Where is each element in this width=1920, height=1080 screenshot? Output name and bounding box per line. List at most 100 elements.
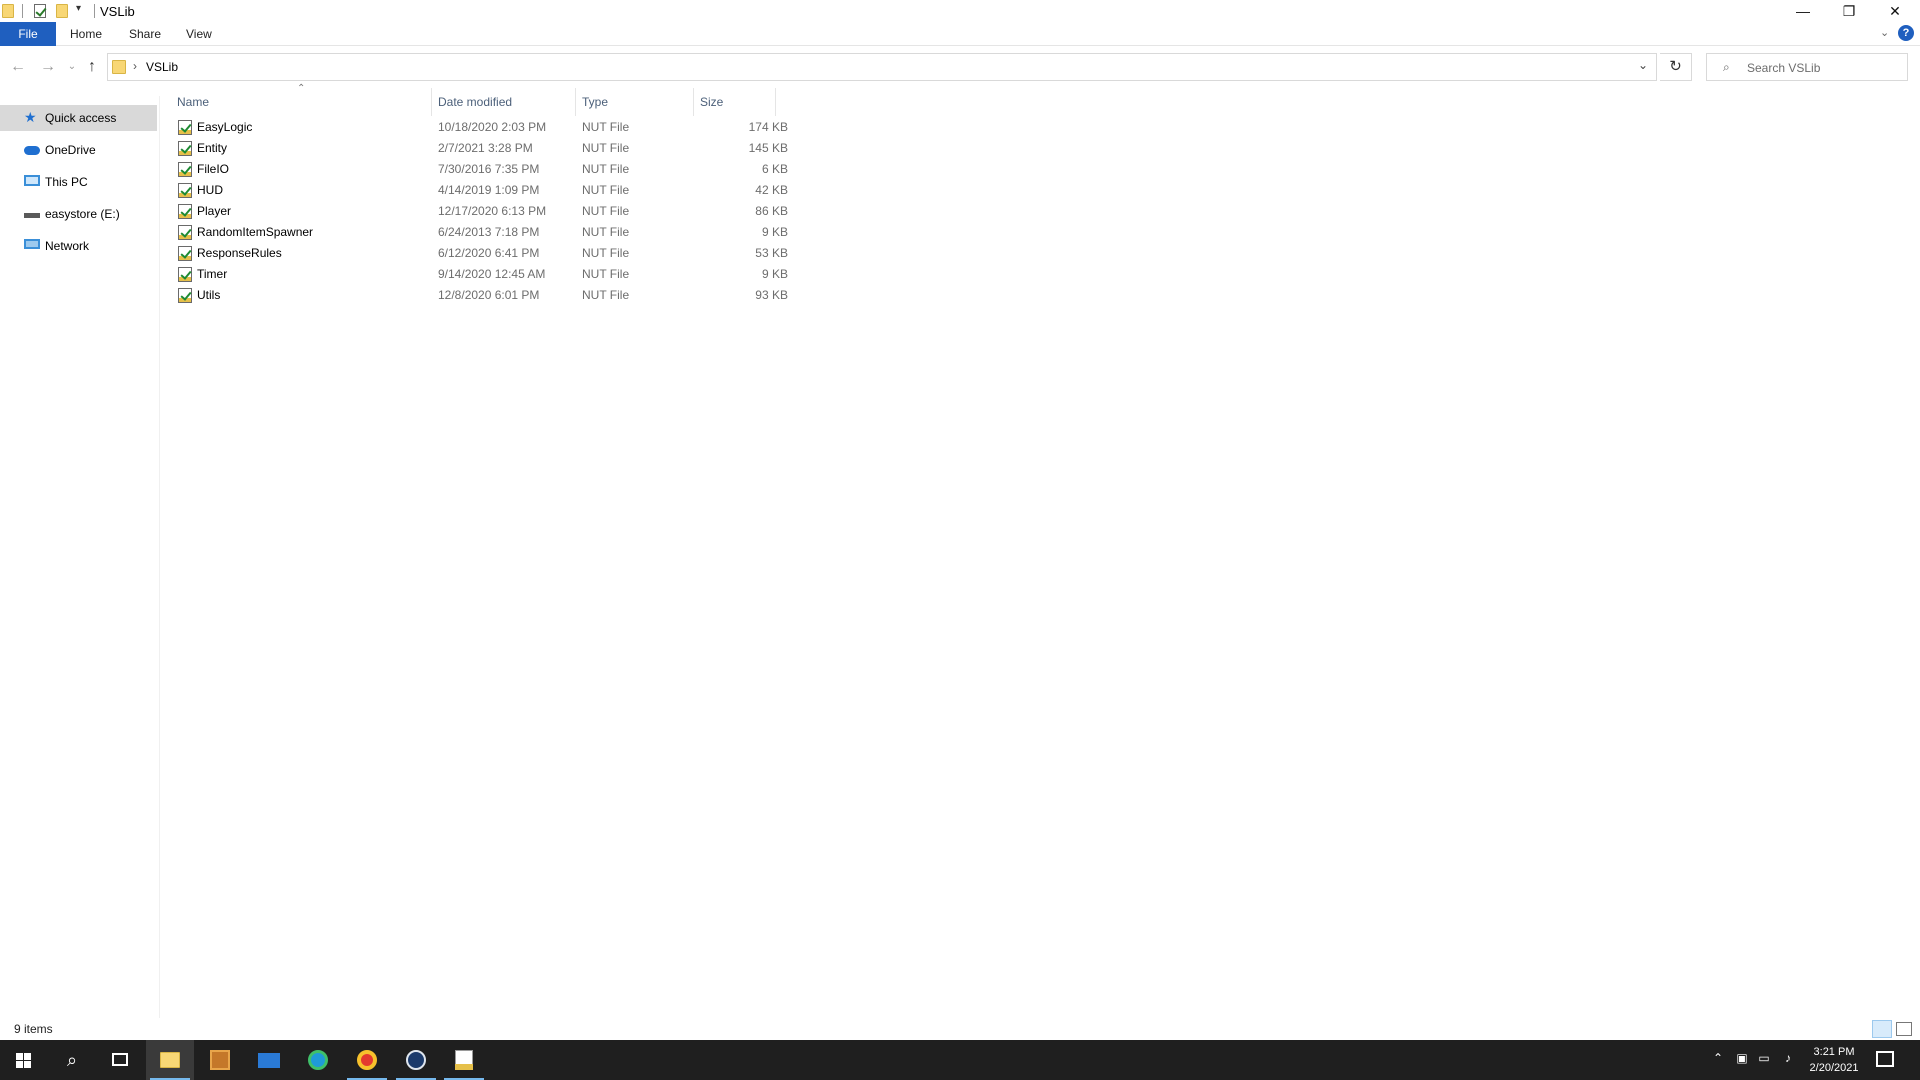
file-date: 4/14/2019 1:09 PM <box>438 183 540 197</box>
file-name: Entity <box>197 141 228 155</box>
close-button[interactable]: ✕ <box>1872 0 1918 22</box>
tab-share[interactable]: Share <box>115 22 175 46</box>
column-header-name[interactable]: Name <box>160 88 432 116</box>
file-row-player[interactable]: Player 12/17/2020 6:13 PM NUT File 86 KB <box>160 201 788 222</box>
large-icons-view-icon[interactable] <box>1896 1022 1912 1036</box>
app-icon[interactable] <box>196 1040 244 1080</box>
file-row-responserules[interactable]: ResponseRules 6/12/2020 6:41 PM NUT File… <box>160 243 788 264</box>
quick-access-dropdown-icon[interactable]: ▾ <box>76 3 81 14</box>
column-header-type[interactable]: Type <box>576 88 694 116</box>
taskbar: ⌕ ⌃ ▣ ▭ ♪ 3:21 PM 2/20/2021 <box>0 1040 1920 1080</box>
notifications-icon[interactable] <box>1876 1051 1894 1067</box>
mail-icon[interactable] <box>245 1040 293 1080</box>
network-tray-icon[interactable]: ▭ <box>1756 1051 1772 1069</box>
file-size: 145 KB <box>748 141 788 155</box>
properties-icon[interactable] <box>34 4 46 18</box>
file-name: Player <box>197 204 232 218</box>
file-type: NUT File <box>582 267 630 281</box>
search-box[interactable]: ⌕ Search VSLib <box>1706 53 1908 81</box>
file-date: 6/12/2020 6:41 PM <box>438 246 540 260</box>
file-size: 9 KB <box>761 267 788 281</box>
forward-button[interactable]: → <box>38 57 58 77</box>
back-button[interactable]: ← <box>8 57 28 77</box>
task-view-icon[interactable] <box>96 1040 144 1080</box>
nav-item-network[interactable]: Network <box>0 233 157 259</box>
help-icon[interactable]: ? <box>1898 25 1914 41</box>
expand-ribbon-icon[interactable]: ⌄ <box>1880 26 1889 39</box>
meet-now-icon[interactable]: ▣ <box>1734 1051 1750 1069</box>
nav-item-label: OneDrive <box>45 143 96 157</box>
address-bar[interactable]: › VSLib ⌄ <box>107 53 1657 81</box>
search-input[interactable]: Search VSLib <box>1747 61 1820 75</box>
nut-file-icon <box>178 267 192 282</box>
breadcrumb-vslib[interactable]: VSLib <box>146 60 178 74</box>
file-name: Utils <box>197 288 221 302</box>
file-row-easylogic[interactable]: EasyLogic 10/18/2020 2:03 PM NUT File 17… <box>160 117 788 138</box>
search-icon[interactable]: ⌕ <box>48 1040 96 1080</box>
nav-item-onedrive[interactable]: OneDrive <box>0 137 157 163</box>
nav-item-this-pc[interactable]: This PC <box>0 169 157 195</box>
details-view-icon[interactable] <box>1872 1020 1892 1038</box>
chrome-icon <box>357 1050 377 1070</box>
nut-file-icon <box>178 183 192 198</box>
file-type: NUT File <box>582 162 630 176</box>
clock[interactable]: 3:21 PM 2/20/2021 <box>1798 1044 1870 1076</box>
nut-file-icon <box>178 120 192 135</box>
column-header-size[interactable]: Size <box>694 88 776 116</box>
file-row-randomitemspawner[interactable]: RandomItemSpawner 6/24/2013 7:18 PM NUT … <box>160 222 788 243</box>
column-header-date[interactable]: Date modified <box>432 88 576 116</box>
file-row-hud[interactable]: HUD 4/14/2019 1:09 PM NUT File 42 KB <box>160 180 788 201</box>
up-button[interactable]: ↑ <box>82 57 102 77</box>
edge-icon[interactable] <box>294 1040 342 1080</box>
address-row: ← → ⌄ ↑ › VSLib ⌄ ↻ ⌕ Search VSLib <box>0 47 1920 87</box>
notepad-icon[interactable] <box>440 1040 488 1080</box>
recent-locations-icon[interactable]: ⌄ <box>62 57 82 77</box>
folder-icon <box>2 4 14 18</box>
address-dropdown-icon[interactable]: ⌄ <box>1638 58 1648 72</box>
start-icon <box>24 1061 31 1068</box>
file-type: NUT File <box>582 225 630 239</box>
tab-home[interactable]: Home <box>56 22 116 46</box>
star-icon: ★ <box>24 109 37 125</box>
file-size: 93 KB <box>755 288 788 302</box>
file-row-timer[interactable]: Timer 9/14/2020 12:45 AM NUT File 9 KB <box>160 264 788 285</box>
volume-icon[interactable]: ♪ <box>1780 1051 1796 1069</box>
file-name: HUD <box>197 183 223 197</box>
file-date: 7/30/2016 7:35 PM <box>438 162 540 176</box>
ribbon: File Home Share View ⌄ ? <box>0 22 1920 46</box>
steam-icon[interactable] <box>392 1040 440 1080</box>
start-icon <box>16 1061 23 1068</box>
clock-time: 3:21 PM <box>1813 1046 1855 1058</box>
nav-item-quick-access[interactable]: ★ Quick access <box>0 105 157 131</box>
tab-file[interactable]: File <box>0 22 56 46</box>
nav-item-label: This PC <box>45 175 88 189</box>
nav-item-easystore[interactable]: easystore (E:) <box>0 201 157 227</box>
item-count: 9 items <box>14 1022 53 1036</box>
file-type: NUT File <box>582 288 630 302</box>
file-row-fileio[interactable]: FileIO 7/30/2016 7:35 PM NUT File 6 KB <box>160 159 788 180</box>
chrome-icon[interactable] <box>343 1040 391 1080</box>
file-size: 9 KB <box>761 225 788 239</box>
status-bar: 9 items <box>0 1018 1920 1040</box>
computer-icon <box>24 175 40 186</box>
file-row-entity[interactable]: Entity 2/7/2021 3:28 PM NUT File 145 KB <box>160 138 788 159</box>
file-date: 2/7/2021 3:28 PM <box>438 141 533 155</box>
task-view-icon <box>112 1053 128 1066</box>
show-hidden-icons[interactable]: ⌃ <box>1710 1051 1726 1069</box>
window-title: VSLib <box>100 4 135 19</box>
title-bar: ▾ VSLib — ❐ ✕ <box>0 0 1920 22</box>
refresh-button[interactable]: ↻ <box>1660 53 1692 81</box>
restore-button[interactable]: ❐ <box>1826 0 1872 22</box>
new-folder-icon[interactable] <box>56 4 68 18</box>
file-type: NUT File <box>582 141 630 155</box>
steam-icon <box>406 1050 426 1070</box>
tab-view[interactable]: View <box>172 22 226 46</box>
file-row-utils[interactable]: Utils 12/8/2020 6:01 PM NUT File 93 KB <box>160 285 788 306</box>
file-explorer-icon[interactable] <box>146 1040 194 1080</box>
start-button[interactable] <box>0 1040 48 1080</box>
navigation-pane: ★ Quick access OneDrive This PC easystor… <box>0 96 160 1020</box>
file-size: 174 KB <box>748 120 788 134</box>
file-date: 12/17/2020 6:13 PM <box>438 204 547 218</box>
minimize-button[interactable]: — <box>1780 0 1826 22</box>
file-name: Timer <box>197 267 228 281</box>
